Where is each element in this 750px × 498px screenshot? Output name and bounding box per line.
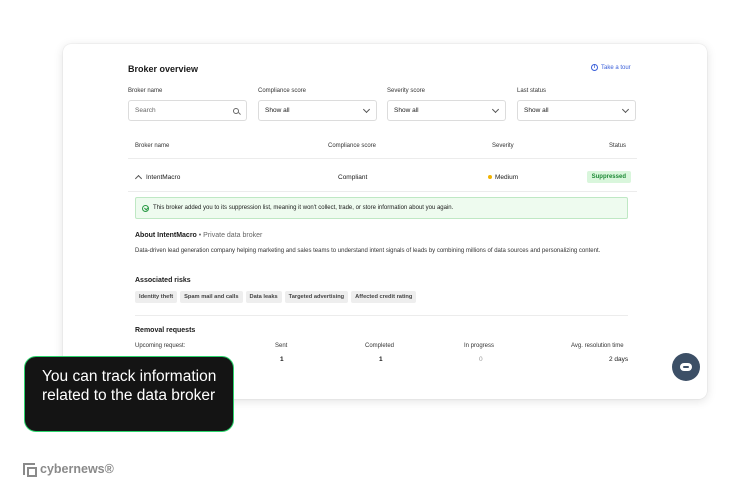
risk-tag: Identity theft <box>135 291 178 303</box>
table-row[interactable]: IntentMacro Compliant Medium Suppressed <box>128 168 637 188</box>
row-divider <box>128 191 637 192</box>
compliance-score-select[interactable]: Show all <box>258 100 377 121</box>
chat-icon <box>680 363 692 371</box>
severity-cell: Medium <box>488 174 518 181</box>
page-title: Broker overview <box>128 64 199 74</box>
column-header-status: Status <box>609 143 627 149</box>
brand-logo: cybernews® <box>23 462 114 477</box>
broker-overview-panel: Broker overview i Take a tour Broker nam… <box>63 44 707 399</box>
chat-button[interactable] <box>672 353 700 381</box>
stat-value-in-progress: 0 <box>479 356 483 363</box>
stat-value-completed: 1 <box>379 356 383 363</box>
section-divider <box>135 315 628 316</box>
stat-value-sent: 1 <box>280 356 284 363</box>
notice-text: This broker added you to its suppression… <box>153 205 454 211</box>
status-select-value: Show all <box>524 107 549 114</box>
column-header-broker: Broker name <box>135 143 170 149</box>
compliance-cell: Compliant <box>338 174 368 181</box>
broker-name-cell: IntentMacro <box>146 174 181 181</box>
search-icon <box>233 107 239 114</box>
associated-risks-heading: Associated risks <box>135 277 191 284</box>
risk-tag: Data leaks <box>245 291 282 303</box>
status-badge: Suppressed <box>586 171 631 183</box>
column-header-severity: Severity <box>492 143 514 149</box>
brand-name: cybernews® <box>40 462 114 476</box>
severity-dot <box>488 175 492 180</box>
stat-label-upcoming: Upcoming request: <box>135 343 186 349</box>
header-divider <box>128 158 637 159</box>
stat-label-avg-resolution: Avg. resolution time <box>571 343 624 349</box>
chevron-down-icon <box>362 105 371 113</box>
risk-tag: Affected credit rating <box>351 291 417 303</box>
last-status-select[interactable]: Show all <box>517 100 636 121</box>
about-subtitle: • Private data broker <box>198 232 263 239</box>
search-placeholder: Search <box>135 107 156 114</box>
filter-label-severity: Severity score <box>387 88 426 94</box>
stat-label-in-progress: In progress <box>464 343 495 349</box>
filter-label-broker-name: Broker name <box>128 88 163 94</box>
severity-select-value: Show all <box>394 107 419 114</box>
filter-label-compliance: Compliance score <box>258 88 307 94</box>
about-title: About IntentMacro <box>135 232 197 239</box>
chevron-up-icon[interactable] <box>134 174 143 183</box>
take-a-tour-label: Take a tour <box>601 64 631 71</box>
filter-label-last-status: Last status <box>517 88 547 94</box>
stat-value-avg-resolution: 2 days <box>609 356 629 363</box>
take-a-tour-link[interactable]: i Take a tour <box>591 64 631 71</box>
about-description: Data-driven lead generation company help… <box>135 248 601 254</box>
cybernews-logo-icon <box>23 463 37 477</box>
risk-tag: Spam mail and calls <box>180 291 243 303</box>
chevron-down-icon <box>491 105 500 113</box>
removal-requests-heading: Removal requests <box>135 327 196 334</box>
column-header-compliance: Compliance score <box>328 143 377 149</box>
chevron-down-icon <box>621 105 630 113</box>
tooltip-callout: You can track information related to the… <box>24 356 234 432</box>
stat-label-completed: Completed <box>365 343 395 349</box>
severity-label: Medium <box>495 174 519 181</box>
suppression-notice: This broker added you to its suppression… <box>135 197 628 219</box>
compliance-select-value: Show all <box>265 107 290 114</box>
severity-score-select[interactable]: Show all <box>387 100 506 121</box>
broker-search-input[interactable]: Search <box>128 100 247 121</box>
about-heading: About IntentMacro • Private data broker <box>135 232 262 239</box>
check-circle-icon <box>142 204 149 212</box>
risk-tags: Identity theft Spam mail and calls Data … <box>135 291 417 303</box>
info-icon: i <box>591 64 598 71</box>
stage: Broker overview i Take a tour Broker nam… <box>0 0 750 498</box>
risk-tag: Targeted advertising <box>284 291 349 303</box>
stat-label-sent: Sent <box>275 343 288 349</box>
